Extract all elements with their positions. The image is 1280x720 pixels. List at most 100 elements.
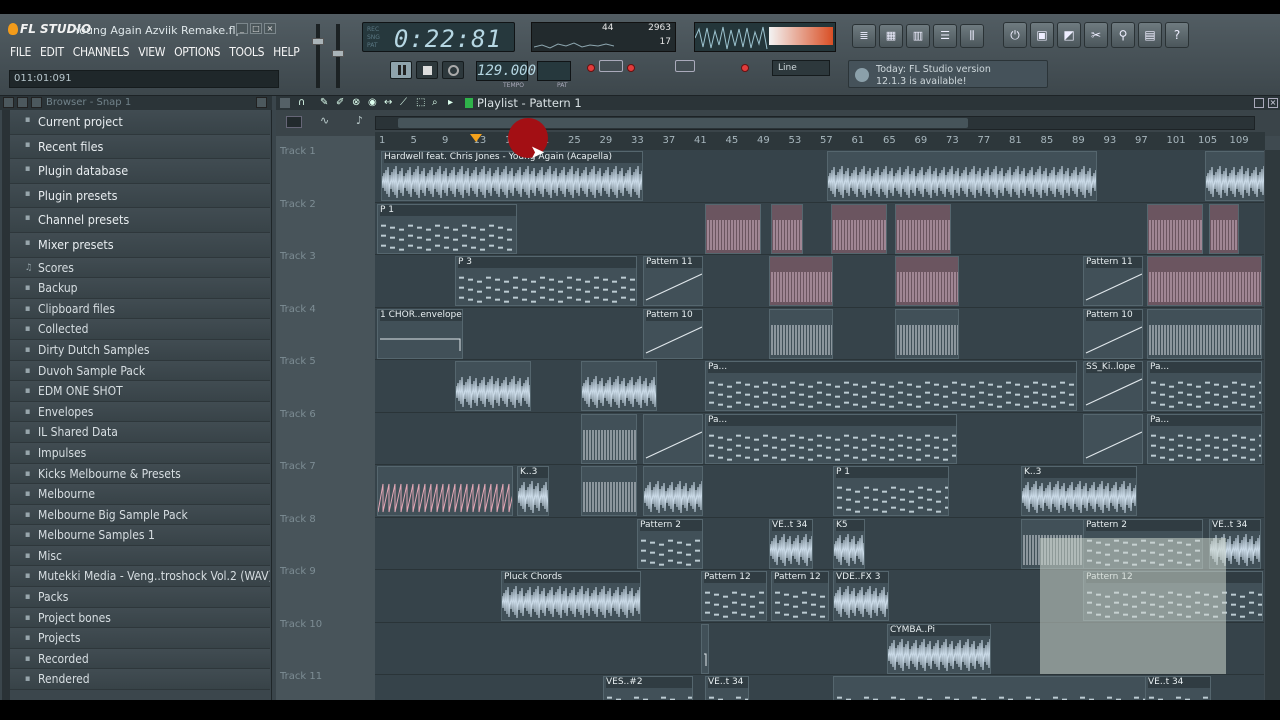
menu-edit[interactable]: EDIT [40,45,64,59]
playlist-clip[interactable]: VE..t 34 [705,676,749,700]
playlist-clip[interactable] [705,203,761,254]
playlist-clip[interactable]: P 1 [377,203,517,254]
play-pattern-icon[interactable] [465,98,473,108]
playlist-clip[interactable] [895,308,959,359]
news-panel[interactable]: Today: FL Studio version 12.1.3 is availa… [848,60,1048,88]
scroll-thumb[interactable] [398,118,968,128]
playlist-clip[interactable]: Pattern 11 [643,256,703,306]
track-name[interactable]: Track 1 [280,146,316,157]
browser-item[interactable]: ▪ Envelopes [10,401,270,423]
browser-back-icon[interactable] [17,97,28,108]
browser-item[interactable]: ▪ Collected [10,319,270,340]
browser-item[interactable]: ▪ Backup [10,278,270,299]
stop-button[interactable] [416,61,438,79]
playlist-icon[interactable]: ≣ [852,24,876,48]
playlist-clip[interactable]: K5 [833,518,865,569]
browser-item[interactable]: ▪ Duvoh Sample Pack [10,360,270,382]
menu-tools[interactable]: TOOLS [229,45,264,59]
master-volume-slider[interactable] [312,24,324,88]
browser-item[interactable]: ▪ Channel presets [10,208,270,233]
track-name[interactable]: Track 4 [280,304,316,315]
playlist-clip[interactable] [1209,203,1239,254]
browser-item[interactable]: ▪ Clipboard files [10,298,270,320]
track-name[interactable]: Track 9 [280,566,316,577]
horizontal-scrollbar[interactable] [375,116,1255,130]
playlist-clip[interactable] [833,676,1193,700]
playlist-clip[interactable]: Pa... [705,361,1077,411]
play-button[interactable] [390,61,412,79]
playlist-clip[interactable]: VDE..FX 3 [833,571,889,621]
paint-tool-icon[interactable]: ✐ [336,97,344,108]
mixer-icon[interactable]: ⫼ [960,24,984,48]
menu-view[interactable]: VIEW [138,45,165,59]
playlist-clip[interactable]: VE..t 34 [1145,676,1211,700]
playlist-clip[interactable] [701,623,709,674]
record-indicator-icon[interactable] [587,64,595,72]
track-mode-icon[interactable] [286,116,302,128]
browser-item[interactable]: ▪ Projects [10,628,270,649]
browser-item[interactable]: ♫ Scores [10,257,270,279]
magnet-icon[interactable]: ∩ [298,97,305,108]
browser-icon[interactable]: ☰ [933,24,957,48]
playback-tool-icon[interactable]: ▸ [448,97,453,108]
browser-item[interactable]: ▪ Current project [10,110,270,135]
slice-tool-icon[interactable]: ⟋ [400,97,407,108]
note-view-icon[interactable]: ♪ [356,114,363,127]
track-name[interactable]: Track 11 [280,671,322,682]
step-edit-icon[interactable] [599,60,623,72]
browser-item[interactable]: ▪ EDM ONE SHOT [10,381,270,402]
track-name[interactable]: Track 10 [280,619,322,630]
pattern-selector[interactable] [537,61,571,81]
playlist-clip[interactable]: Pattern 10 [643,308,703,359]
playlist-clip[interactable] [455,361,531,411]
browser-item[interactable]: ▪ Recent files [10,134,270,160]
playlist-clip[interactable]: CYMBA..Pi [887,623,991,674]
zoom-tool-icon[interactable]: ⌕ [432,97,438,108]
master-pitch-slider[interactable] [332,24,344,88]
mute-tool-icon[interactable]: ◉ [368,97,377,108]
playlist-clip[interactable] [895,203,951,254]
track-name[interactable]: Track 5 [280,356,316,367]
tools-icon[interactable]: ✂ [1084,22,1108,48]
automation-icon[interactable]: ∿ [320,114,329,127]
playlist-clip[interactable] [769,256,833,306]
playlist-clip[interactable]: Pa... [1147,361,1262,411]
track-name[interactable]: Track 8 [280,514,316,525]
track-name[interactable]: Track 3 [280,251,316,262]
browser-item[interactable]: ▪ Melbourne Samples 1 [10,525,270,546]
record-button[interactable] [442,61,464,79]
playlist-clip[interactable]: K..3 [517,466,549,516]
playlist-clip[interactable] [581,413,637,464]
playlist-clip[interactable] [1147,203,1203,254]
restore-icon[interactable]: □ [250,23,262,34]
slip-tool-icon[interactable]: ↔ [384,97,392,108]
playlist-close-icon[interactable]: × [1268,98,1278,108]
playlist-clip[interactable] [643,413,703,464]
browser-forward-icon[interactable] [31,97,42,108]
browser-item[interactable]: ▪ Impulses [10,442,270,464]
playlist-clip[interactable] [1147,308,1262,359]
playlist-clip[interactable]: P 1 [833,466,949,516]
menu-options[interactable]: OPTIONS [174,45,220,59]
menu-channels[interactable]: CHANNELS [73,45,130,59]
browser-item[interactable]: ▪ Mutekki Media - Veng..troshock Vol.2 (W… [10,566,270,588]
search-icon[interactable]: ⚲ [1111,22,1135,48]
browser-item[interactable]: ▪ Melbourne Big Sample Pack [10,504,270,526]
playlist-clip[interactable] [771,203,803,254]
power-icon[interactable]: ⏻ [1003,22,1027,48]
help-icon[interactable]: ? [1165,22,1189,48]
playlist-clip[interactable]: Pluck Chords [501,571,641,621]
step-sequencer-icon[interactable]: ▦ [879,24,903,48]
project-info-icon[interactable]: ▤ [1138,22,1162,48]
playlist-clip[interactable] [643,466,703,516]
playlist-clip[interactable]: VES..#2 [603,676,693,700]
playlist-clip[interactable]: Pattern 12 [701,571,767,621]
playlist-clip[interactable] [1147,256,1262,306]
browser-item[interactable]: ▪ Project bones [10,607,270,629]
wait-input-icon[interactable] [741,64,749,72]
playlist-clip[interactable] [831,203,887,254]
browser-item[interactable]: ▪ Kicks Melbourne & Presets [10,463,270,485]
blend-notes-icon[interactable] [675,60,695,72]
browser-item[interactable]: ▪ Mixer presets [10,232,270,258]
playlist-clip[interactable]: Hardwell feat. Chris Jones - Young Again… [381,151,643,201]
